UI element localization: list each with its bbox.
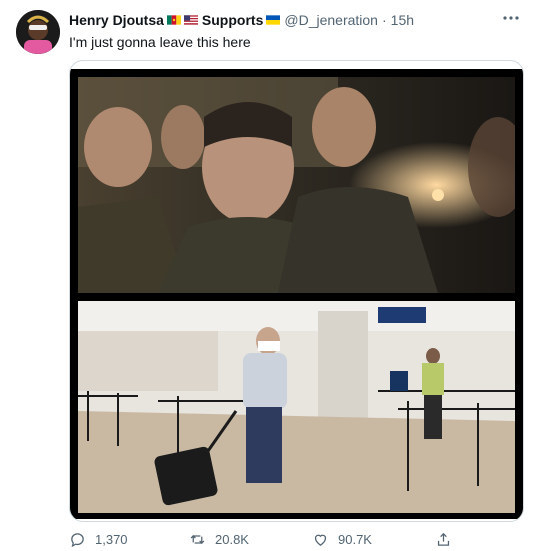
photo-top[interactable] xyxy=(78,77,515,293)
night-selfie-image xyxy=(78,77,515,293)
share-icon xyxy=(437,532,450,546)
reply-count: 1,370 xyxy=(95,532,128,547)
author-handle[interactable]: @D_jeneration xyxy=(284,11,378,29)
retweet-icon xyxy=(190,535,205,544)
tweet-header: Henry Djoutsa Supports @D_jeneration · 1… xyxy=(69,11,495,29)
us-flag-icon xyxy=(183,15,198,25)
share-button[interactable] xyxy=(435,531,452,548)
reply-button[interactable]: 1,370 xyxy=(69,531,128,548)
reply-icon xyxy=(71,533,84,548)
photo-bottom[interactable] xyxy=(78,301,515,513)
avatar[interactable] xyxy=(16,10,60,54)
tweet: Henry Djoutsa Supports @D_jeneration · 1… xyxy=(0,0,535,551)
image-collage xyxy=(70,69,523,519)
avatar-image xyxy=(16,10,60,54)
tweet-text: I'm just gonna leave this here xyxy=(69,34,251,50)
author-name[interactable]: Henry Djoutsa xyxy=(69,11,164,29)
ukraine-flag-icon xyxy=(266,15,281,25)
like-count: 90.7K xyxy=(338,532,372,547)
ellipsis-icon xyxy=(503,16,519,20)
supports-label: Supports xyxy=(201,12,264,28)
airport-image xyxy=(78,301,515,513)
more-options-button[interactable] xyxy=(501,10,521,26)
tweet-media[interactable] xyxy=(69,60,524,522)
like-button[interactable]: 90.7K xyxy=(312,531,372,548)
separator-dot: · xyxy=(381,12,387,28)
tweet-timestamp[interactable]: 15h xyxy=(391,11,414,29)
tweet-actions: 1,370 20.8K 90.7K xyxy=(69,531,469,551)
heart-icon xyxy=(314,534,327,546)
retweet-button[interactable]: 20.8K xyxy=(189,531,249,548)
retweet-count: 20.8K xyxy=(215,532,249,547)
cameroon-flag-icon xyxy=(166,15,181,25)
